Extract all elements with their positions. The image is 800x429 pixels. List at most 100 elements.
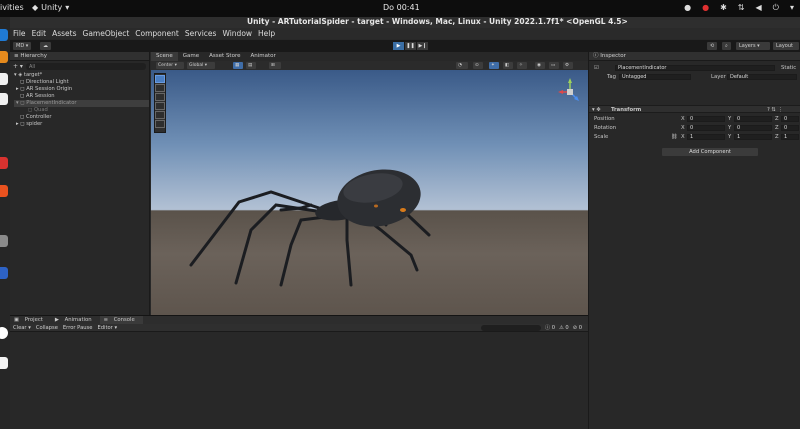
network-icon[interactable]: ⇅	[738, 3, 745, 13]
app-menu[interactable]: ◆ Unity ▾	[32, 3, 69, 12]
play-button[interactable]: ▶	[393, 42, 404, 50]
add-icon[interactable]: + ▾	[10, 63, 23, 70]
tab-console[interactable]: ≡ Console	[99, 316, 143, 324]
pivot-dropdown[interactable]: Center ▾	[156, 62, 184, 69]
tag-dropdown[interactable]: Untagged	[619, 74, 691, 80]
add-component-button[interactable]: Add Component	[662, 148, 758, 156]
menu-edit[interactable]: Edit	[32, 29, 47, 38]
object-name-field[interactable]: PlacementIndicator	[615, 65, 775, 71]
gizmo-orientation-icon[interactable]: ◔	[456, 62, 468, 69]
power-icon[interactable]: ⏻	[773, 3, 779, 13]
hidden-objects-icon[interactable]: ◉	[535, 62, 545, 69]
scale-y-field[interactable]: 1	[734, 134, 772, 140]
tree-item[interactable]: ◻ Quad	[14, 107, 149, 114]
steam-icon[interactable]: ●	[684, 3, 691, 13]
tab-asset-store[interactable]: Asset Store	[204, 52, 245, 61]
tree-item[interactable]: ▾ ◈ target*	[14, 72, 149, 79]
chevron-down-icon[interactable]: ▾	[790, 3, 794, 13]
show-apps-icon[interactable]	[0, 357, 8, 369]
camera-icon[interactable]: ▭	[549, 62, 559, 69]
axis-y-label: Y	[728, 125, 732, 131]
lighting-icon[interactable]: ✦	[489, 62, 499, 69]
active-checkbox[interactable]: ☑	[594, 65, 599, 71]
inspector-tab[interactable]: ⓘ Inspector	[589, 52, 800, 61]
editor-dropdown[interactable]: Editor ▾	[97, 324, 117, 331]
spider-model[interactable]	[151, 70, 588, 315]
position-y-field[interactable]: 0	[734, 116, 772, 122]
position-z-field[interactable]: 0	[781, 116, 799, 122]
volume-icon[interactable]: ◀	[756, 3, 762, 13]
error-pause-button[interactable]: Error Pause	[63, 324, 93, 331]
clock[interactable]: Do 00:41	[383, 3, 420, 12]
axis-z-label: Z	[775, 125, 779, 131]
app-icon-orange[interactable]	[0, 185, 8, 197]
increment-icon[interactable]: ⊞	[269, 62, 281, 69]
menu-component[interactable]: Component	[135, 29, 179, 38]
rotation-z-field[interactable]: 0	[781, 125, 799, 131]
tree-item[interactable]: ▸ ◻ spider	[14, 121, 149, 128]
tab-animation[interactable]: ▶ Animation	[51, 316, 100, 324]
tree-item[interactable]: ◻ Directional Light	[14, 79, 149, 86]
app-icon-grey[interactable]	[0, 235, 8, 247]
component-menu-icon[interactable]: ? ⇅ ⋮	[767, 107, 783, 113]
scene-viewport[interactable]	[151, 70, 588, 315]
hierarchy-search-input[interactable]: All	[25, 63, 146, 70]
space-dropdown[interactable]: Global ▾	[187, 62, 215, 69]
layer-dropdown[interactable]: Default	[727, 74, 797, 80]
app-icon-blue[interactable]	[0, 267, 8, 279]
hierarchy-tab[interactable]: ≡ Hierarchy	[10, 52, 149, 61]
history-icon[interactable]: ⟲	[707, 42, 718, 50]
tab-scene[interactable]: Scene	[151, 52, 178, 61]
scale-x-field[interactable]: 1	[687, 134, 725, 140]
gizmos-icon[interactable]: ⚙	[563, 62, 573, 69]
step-button[interactable]: ▶❙	[417, 42, 428, 50]
menu-window[interactable]: Window	[222, 29, 252, 38]
menu-assets[interactable]: Assets	[52, 29, 76, 38]
account-button[interactable]: MD ▾	[13, 42, 32, 50]
scale-lock-icon[interactable]: ⛓	[671, 134, 678, 140]
tree-item[interactable]: ◻ AR Session	[14, 93, 149, 100]
transform-header[interactable]: ▾ ✥ Transform ? ⇅ ⋮	[589, 105, 800, 113]
tree-item[interactable]: ◻ Controller	[14, 114, 149, 121]
terminal-icon[interactable]	[0, 93, 8, 105]
tab-animator[interactable]: Animator	[245, 52, 280, 61]
grid-snap-icon[interactable]: ▦	[233, 62, 243, 69]
layers-dropdown[interactable]: Layers ▾	[736, 42, 770, 50]
firefox-icon[interactable]	[0, 51, 8, 63]
app-icon-red[interactable]	[0, 157, 8, 169]
vscode-icon[interactable]	[0, 29, 8, 41]
rotation-x-field[interactable]: 0	[687, 125, 725, 131]
tree-item[interactable]: ▸ ◻ AR Session Origin	[14, 86, 149, 93]
warning-count[interactable]: ⚠ 0	[559, 324, 569, 331]
cloud-icon[interactable]: ☁	[40, 42, 51, 50]
static-checkbox[interactable]: Static	[781, 65, 796, 71]
menu-help[interactable]: Help	[258, 29, 275, 38]
snap-icon[interactable]: ▤	[246, 62, 256, 69]
rotation-y-field[interactable]: 0	[734, 125, 772, 131]
activities-button[interactable]: ivities	[0, 3, 24, 12]
layer-label: Layer	[711, 74, 726, 80]
pause-button[interactable]: ❚❚	[405, 42, 416, 50]
search-icon[interactable]: ⌕	[722, 42, 731, 50]
clear-button[interactable]: Clear ▾	[13, 324, 31, 331]
position-x-field[interactable]: 0	[687, 116, 725, 122]
info-count[interactable]: ⓘ 0	[545, 324, 555, 331]
bluetooth-icon[interactable]: ✱	[720, 3, 727, 13]
menu-file[interactable]: File	[13, 29, 26, 38]
tab-game[interactable]: Game	[178, 52, 204, 61]
menu-services[interactable]: Services	[185, 29, 217, 38]
error-count[interactable]: ⊘ 0	[573, 324, 582, 331]
app-icon-white[interactable]	[0, 327, 8, 339]
audio-icon[interactable]: ◧	[503, 62, 513, 69]
scale-z-field[interactable]: 1	[781, 134, 799, 140]
tree-item-selected[interactable]: ▾ ◻ PlacementIndicator	[14, 100, 149, 107]
collapse-button[interactable]: Collapse	[36, 324, 58, 331]
files-icon[interactable]	[0, 73, 8, 85]
record-icon[interactable]: ●	[702, 3, 709, 13]
menu-gameobject[interactable]: GameObject	[83, 29, 130, 38]
console-search-input[interactable]	[480, 325, 541, 331]
layout-dropdown[interactable]: Layout	[773, 42, 799, 50]
2d-toggle-icon[interactable]: ⊙	[473, 62, 483, 69]
effects-icon[interactable]: ✧	[517, 62, 527, 69]
tab-project[interactable]: ▣ Project	[10, 316, 51, 324]
